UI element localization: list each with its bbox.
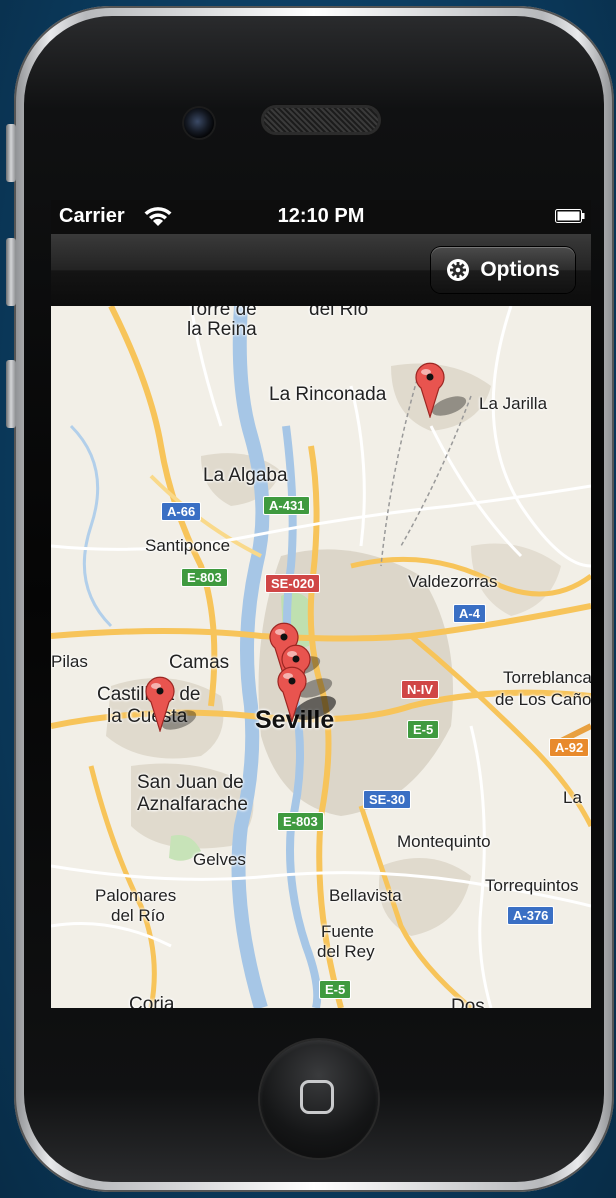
road-shield-se30: SE-30 <box>363 790 412 809</box>
road-shield-se020: SE-020 <box>265 574 321 593</box>
map-label-la-reina: la Reina <box>187 319 257 340</box>
screen: Carrier 12:10 PM Options Torre de la Rei… <box>51 200 591 1008</box>
map-pin-icon[interactable] <box>275 664 345 722</box>
map-pin-icon[interactable] <box>413 360 473 418</box>
options-button-label: Options <box>480 258 560 281</box>
battery-icon <box>555 209 585 223</box>
map-label-palomares: Palomares <box>95 886 177 905</box>
map-label-bellavista: Bellavista <box>329 886 402 905</box>
map-view[interactable]: Torre de la Reina del Rio La Rinconada L… <box>51 306 591 1008</box>
volume-down-button <box>6 360 16 428</box>
map-label-santiponce: Santiponce <box>145 536 231 555</box>
road-shield-e5-b: E-5 <box>319 980 352 999</box>
map-label-montequinto: Montequinto <box>397 832 491 851</box>
road-shield-a66: A-66 <box>161 502 202 521</box>
road-shield-e5: E-5 <box>407 720 440 739</box>
options-button[interactable]: Options <box>431 247 575 293</box>
map-label-torrequintos: Torrequintos <box>485 876 579 895</box>
status-bar: Carrier 12:10 PM <box>51 200 591 234</box>
home-button[interactable] <box>260 1040 378 1158</box>
map-label-la-jarilla: La Jarilla <box>479 394 548 413</box>
map-label-san-juan-de: San Juan de <box>137 772 244 793</box>
map-label-dos: Dos <box>451 996 485 1008</box>
map-label-gelves: Gelves <box>193 850 246 869</box>
map-label-del-rio: del Rio <box>309 306 369 320</box>
map-pin-icon[interactable] <box>143 674 203 732</box>
map-label-la-rinconada: La Rinconada <box>269 384 387 405</box>
map-label-del-rio-2: del Río <box>111 906 165 925</box>
earpiece-speaker <box>264 108 378 132</box>
volume-up-button <box>6 238 16 306</box>
map-label-torreblanca: Torreblanca <box>503 668 591 687</box>
map-label-la: La <box>563 788 582 807</box>
gear-icon <box>447 259 470 281</box>
status-time: 12:10 PM <box>277 205 365 227</box>
map-label-fuente: Fuente <box>321 922 374 941</box>
map-label-coria: Coria <box>129 994 175 1008</box>
map-label-del-rey: del Rey <box>317 942 375 961</box>
road-shield-a431: A-431 <box>263 496 311 515</box>
map-label-valdezorras: Valdezorras <box>408 572 498 591</box>
road-shield-n-iv: N-IV <box>401 680 439 699</box>
road-shield-e803: E-803 <box>181 568 228 587</box>
map-label-de-los-canos: de Los Caños <box>495 690 591 709</box>
map-label-la-algaba: La Algaba <box>203 465 288 486</box>
road-shield-e803-b: E-803 <box>277 812 324 831</box>
road-shield-a376: A-376 <box>507 906 555 925</box>
map-label-camas: Camas <box>169 652 230 673</box>
home-square-icon <box>300 1080 334 1114</box>
road-shield-a92: A-92 <box>549 738 590 757</box>
map-label-pilas: Pilas <box>51 652 88 671</box>
mute-switch <box>6 124 16 182</box>
navigation-bar: Options <box>51 234 591 307</box>
map-label-aznalfarache: Aznalfarache <box>137 794 248 815</box>
road-shield-a4: A-4 <box>453 604 486 623</box>
front-camera <box>184 108 214 138</box>
